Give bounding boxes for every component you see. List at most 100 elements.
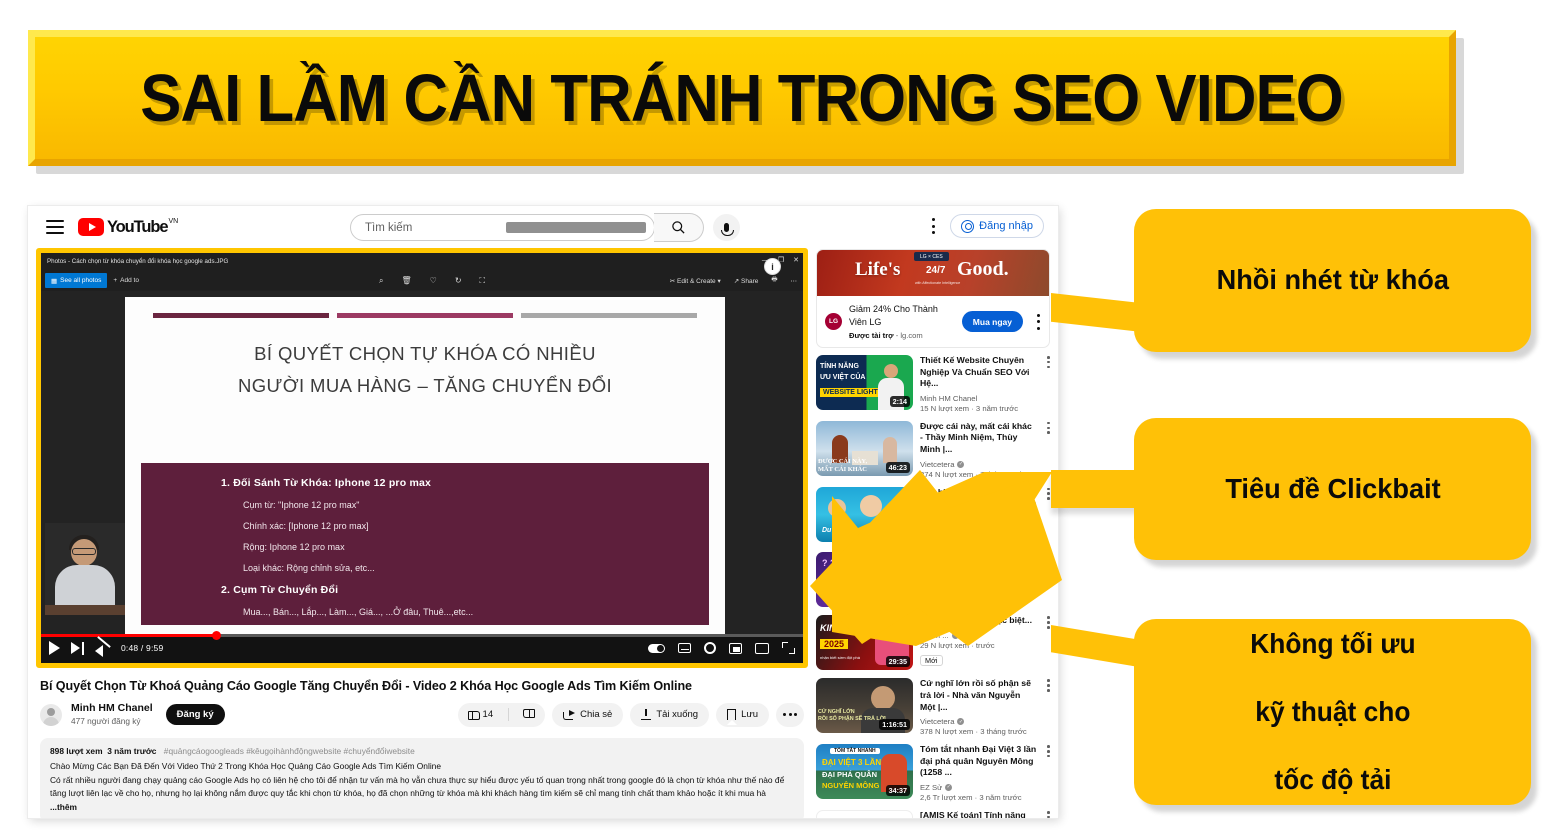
autoplay-toggle-icon[interactable]	[648, 643, 665, 653]
rotate-icon[interactable]: ↻	[455, 276, 462, 286]
thumb-text-3: NGUYÊN MÔNG	[822, 781, 880, 791]
channel-name[interactable]: Khoai Lang Thang ✓	[920, 525, 1037, 534]
download-button[interactable]: Tải xuống	[630, 702, 710, 727]
volume-muted-icon[interactable]	[95, 642, 110, 657]
video-thumbnail[interactable]: ĐƯỢC CÁI NÀY, MẤT CÁI KHÁC 46:23	[816, 420, 913, 476]
zoom-icon[interactable]: ⌕	[379, 276, 383, 286]
subscribe-button[interactable]: Đăng ký	[165, 704, 225, 725]
video-thumbnail[interactable]: Du lịch	[816, 486, 913, 542]
list-item[interactable]: TÍNH NĂNG ƯU VIỆT CỦA WEBSITE LIGHT 2:14…	[816, 355, 1050, 413]
hamburger-icon[interactable]	[46, 219, 64, 234]
video-thumbnail[interactable]: ? ? NHẠC	[816, 552, 913, 608]
video-description[interactable]: 898 lượt xem 3 năm trước #quảngcáogoogle…	[40, 738, 804, 818]
close-icon[interactable]: ✕	[793, 256, 799, 264]
video-title[interactable]: [AMIS Kế toán] Tính năng ký số từ xa qua…	[920, 810, 1037, 818]
thumb-text-2: ƯU VIỆT CỦA	[820, 374, 866, 381]
favorite-icon[interactable]: ♡	[430, 276, 437, 286]
delete-icon[interactable]: 🗑	[401, 276, 411, 286]
print-icon[interactable]: 🖶	[771, 275, 777, 286]
kebab-menu-icon[interactable]	[1047, 356, 1050, 370]
kebab-menu-icon[interactable]	[932, 218, 936, 234]
kebab-menu-icon[interactable]	[1047, 616, 1050, 630]
list-item[interactable]: CỨ NGHĨ LỚN RỒI SỐ PHẬN SẼ TRẢ LỜI 1:16:…	[816, 678, 1050, 736]
voice-search-button[interactable]	[713, 214, 740, 241]
callout-1-text: Nhồi nhét từ khóa	[1216, 264, 1449, 296]
kebab-menu-icon[interactable]	[1047, 553, 1050, 567]
player-controls-left: 0:48 / 9:59	[49, 641, 163, 657]
kebab-menu-icon[interactable]	[1047, 679, 1050, 693]
video-thumbnail[interactable]: TÓM TẮT NHANH ĐẠI VIỆT 3 LẦN ĐẠI PHÁ QUÂ…	[816, 744, 913, 800]
video-thumbnail[interactable]: KINH DO 2025 nhận biết sớm đột phá 29:35	[816, 615, 913, 671]
info-badge: i	[764, 258, 781, 275]
list-item[interactable]: TÓM TẮT NHANH ĐẠI VIỆT 3 LẦN ĐẠI PHÁ QUÂ…	[816, 744, 1050, 802]
channel-name[interactable]: Vietcetera ✓	[920, 460, 1037, 469]
ad-title[interactable]: Giảm 24% Cho Thành Viên LG	[849, 303, 955, 328]
miniplayer-icon[interactable]	[729, 642, 742, 654]
keyboard-icon[interactable]	[505, 222, 646, 233]
fullscreen-icon[interactable]	[782, 642, 795, 654]
save-button[interactable]: Lưu	[716, 702, 769, 727]
thumb-text-1: KINH DO	[820, 623, 858, 634]
more-horizontal-icon[interactable]: ⋯	[791, 277, 798, 285]
video-title[interactable]: Kinh doanh 2025 đặc biệt...	[920, 615, 1037, 627]
share-button[interactable]: Chia sẻ	[552, 702, 624, 727]
video-title[interactable]: Cứ nghĩ lớn rồi số phận sẽ trả lời - Nhà…	[920, 678, 1037, 713]
video-thumbnail[interactable]: AMIS Kế toán Hướng dẫn	[816, 809, 913, 818]
more-actions-button[interactable]	[776, 702, 804, 727]
video-title[interactable]: Thiết Kế Website Chuyên Nghiệp Và Chuẩn …	[920, 355, 1037, 390]
see-all-photos-label: See all photos	[60, 277, 102, 284]
list-item[interactable]: Du lịch Lặn biển tìm hải sản, no nê đặc …	[816, 486, 1050, 544]
show-more-link[interactable]: ...thêm	[50, 802, 77, 812]
hashtags[interactable]: #quảngcáogoogleads #kêugọihànhđộngwebsit…	[164, 746, 415, 756]
progress-scrubber[interactable]	[212, 631, 222, 640]
like-count: 14	[482, 709, 494, 720]
list-item[interactable]: KINH DO 2025 nhận biết sớm đột phá 29:35…	[816, 615, 1050, 671]
video-title[interactable]: Được cái này, mất cái khác - Thầy Minh N…	[920, 421, 1037, 456]
video-thumbnail[interactable]: CỨ NGHĨ LỚN RỒI SỐ PHẬN SẼ TRẢ LỜI 1:16:…	[816, 678, 913, 734]
slide-item1-sub-1: Chính xác: [Iphone 12 pro max]	[243, 521, 369, 531]
crop-icon[interactable]: ⛶	[480, 276, 486, 286]
description-line-1: Chào Mừng Các Bạn Đã Đến Với Video Thứ 2…	[50, 761, 441, 771]
add-to-button[interactable]: + Add to	[113, 277, 139, 284]
list-item[interactable]: ? ? NHẠC Nâng tầm kiến thức	[816, 552, 1050, 608]
channel-name[interactable]: EZ Sử ✓	[920, 783, 1037, 792]
kebab-menu-icon[interactable]	[1047, 745, 1050, 759]
video-title[interactable]: Nâng tầm kiến thức	[920, 552, 1037, 564]
thumb-banner: TÓM TẮT NHANH	[830, 748, 880, 755]
channel-name[interactable]: Phạm ... ✓	[920, 631, 1037, 640]
channel-name[interactable]: Minh HM Chanel	[920, 394, 1037, 403]
like-button[interactable]: 14	[458, 703, 504, 727]
ad-cta-button[interactable]: Mua ngay	[961, 311, 1023, 332]
sponsored-ad-card[interactable]: LG × CES Life's 24/7 Good. with Affectio…	[816, 249, 1050, 348]
play-icon[interactable]	[49, 641, 60, 655]
search-button[interactable]	[654, 213, 704, 242]
kebab-menu-icon[interactable]	[1047, 487, 1050, 502]
theater-mode-icon[interactable]	[755, 642, 769, 654]
video-title[interactable]: Tóm tắt nhanh Đại Việt 3 lần đại phá quâ…	[920, 744, 1037, 779]
photos-window-title: Photos - Cách chọn từ khóa chuyển đổi kh…	[47, 258, 229, 265]
download-icon	[641, 709, 652, 720]
sign-in-button[interactable]: Đăng nhập	[950, 214, 1044, 238]
channel-name[interactable]: Minh HM Chanel	[71, 702, 153, 715]
next-track-icon[interactable]	[71, 641, 84, 655]
see-all-photos-button[interactable]: ▦ See all photos	[45, 273, 108, 288]
list-item[interactable]: ĐƯỢC CÁI NÀY, MẤT CÁI KHÁC 46:23 Được cá…	[816, 420, 1050, 479]
share-button[interactable]: ↗ Share	[734, 277, 759, 285]
edit-create-button[interactable]: ✂ Edit & Create ▾	[670, 277, 721, 285]
video-player[interactable]: Photos - Cách chọn từ khóa chuyển đổi kh…	[36, 248, 808, 668]
search-input[interactable]: Tìm kiếm	[350, 214, 655, 241]
dislike-button[interactable]	[514, 703, 545, 727]
gear-icon[interactable]	[704, 642, 716, 654]
kebab-menu-icon[interactable]	[1047, 421, 1050, 436]
thumb-text-3: nhận biết sớm đột phá	[820, 655, 860, 661]
progress-bar[interactable]	[41, 634, 803, 637]
video-thumbnail[interactable]: TÍNH NĂNG ƯU VIỆT CỦA WEBSITE LIGHT 2:14	[816, 355, 913, 410]
youtube-logo[interactable]: YouTube VN	[78, 217, 178, 236]
list-item[interactable]: AMIS Kế toán Hướng dẫn [AMIS Kế toán] Tí…	[816, 809, 1050, 818]
video-title[interactable]: Lặn biển tìm hải sản, no nê đặc sản đảo …	[920, 487, 1037, 522]
avatar[interactable]	[40, 703, 62, 726]
subtitles-icon[interactable]	[678, 643, 691, 653]
ad-kebab-menu-icon[interactable]	[1037, 313, 1041, 330]
channel-name[interactable]: Vietcetera ✓	[920, 717, 1037, 726]
kebab-menu-icon[interactable]	[1047, 810, 1050, 818]
